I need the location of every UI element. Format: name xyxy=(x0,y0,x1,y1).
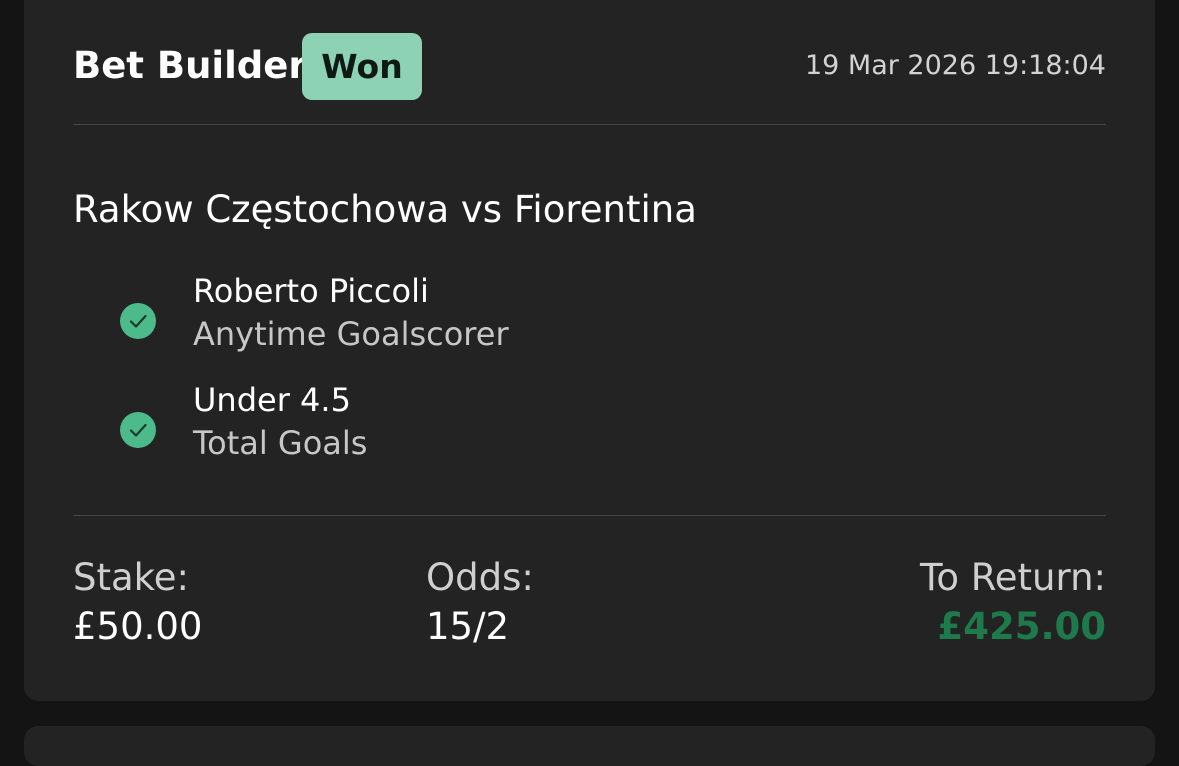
divider xyxy=(73,515,1106,516)
event-title: Rakow Częstochowa vs Fiorentina xyxy=(73,188,697,231)
selection-name: Roberto Piccoli xyxy=(193,272,429,310)
bet-timestamp: 19 Mar 2026 19:18:04 xyxy=(804,50,1106,81)
status-badge: Won xyxy=(302,33,422,100)
bet-card: Bet Builder Won 19 Mar 2026 19:18:04 Rak… xyxy=(24,0,1155,701)
odds-value: 15/2 xyxy=(426,605,510,648)
odds-label: Odds: xyxy=(426,556,534,599)
check-circle-icon xyxy=(120,412,156,448)
selection-item: Roberto Piccoli Anytime Goalscorer xyxy=(120,272,820,373)
selection-market: Anytime Goalscorer xyxy=(193,315,509,353)
selection-market: Total Goals xyxy=(193,424,368,462)
return-value: £425.00 xyxy=(937,605,1106,648)
selection-item: Under 4.5 Total Goals xyxy=(120,381,820,482)
next-bet-card[interactable] xyxy=(24,726,1155,766)
stake-label: Stake: xyxy=(73,556,190,599)
stake-value: £50.00 xyxy=(73,605,203,648)
selection-name: Under 4.5 xyxy=(193,381,351,419)
divider xyxy=(73,124,1106,125)
bet-type-title: Bet Builder xyxy=(73,44,307,87)
return-label: To Return: xyxy=(920,556,1106,599)
check-circle-icon xyxy=(120,303,156,339)
